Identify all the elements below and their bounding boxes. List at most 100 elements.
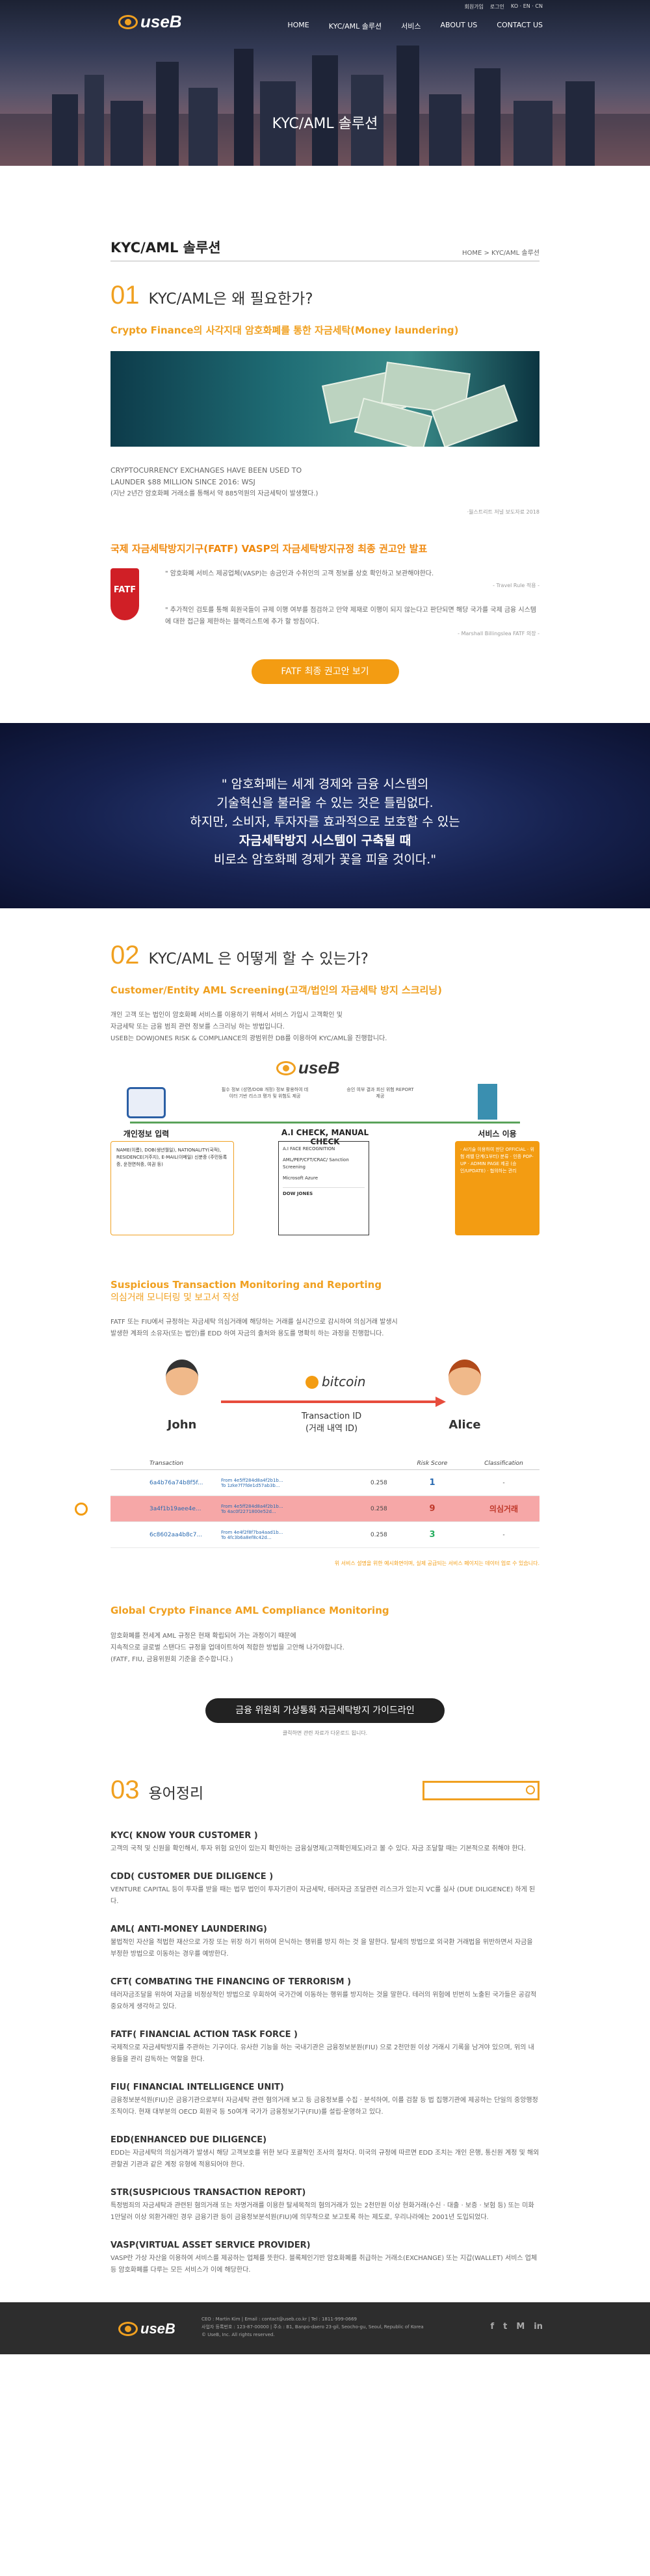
term-fatf: FATF( FINANCIAL ACTION TASK FORCE ) 국제적으로… — [110, 2030, 540, 2066]
header-risk-score: Risk Score — [417, 1460, 448, 1467]
john-label: John — [167, 1418, 197, 1432]
twitter-icon[interactable]: t — [503, 2322, 507, 2332]
term-desc: 테러자금조달을 위하여 자금을 비정상적인 방법으로 우회하여 국가간에 이동하… — [110, 1991, 537, 2010]
table-row[interactable]: 6a4b76a74b8f5f... From 4e5ff284d8a4f2b1b… — [110, 1470, 540, 1496]
tx-to: To 4fc3b6a8ef8c42d... — [221, 1534, 272, 1540]
footer-info-line: CEO : Martin Kim | Email : contact@useb.… — [202, 2317, 357, 2322]
search-icon[interactable] — [526, 1785, 535, 1794]
logo-mark-icon — [118, 2322, 138, 2336]
diagram-logo: useB — [276, 1058, 340, 1078]
footer-copyright: © UseB, Inc. All rights reserved. — [202, 2332, 275, 2337]
table-row[interactable]: 6c8602aa4b8c7... From 4e4f2f8f7ba4aad1b.… — [110, 1522, 540, 1548]
header-classification: Classification — [484, 1460, 523, 1467]
term-desc: 국제적으로 자금세탁방지를 주관하는 기구이다. 유사한 기능을 하는 국내기관… — [110, 2044, 534, 2063]
tx-amount: 0.258 — [370, 1505, 387, 1512]
tx-id-label: Transaction ID (거래 내역 ID) — [266, 1412, 396, 1434]
global-compliance-text-line: 암호화폐를 전세계 AML 규정은 현재 확립되어 가는 과정이기 때문에 — [110, 1633, 296, 1640]
quote-text: " 암호화폐는 세계 경제와 금융 시스템의 기술혁신을 불러올 수 있는 것은… — [0, 775, 650, 869]
suspicious-tx-heading-ko: 의심거래 모니터링 및 보고서 작성 — [110, 1293, 240, 1303]
term-desc: VASP란 가상 자산을 이용하여 서비스를 제공하는 업체를 뜻한다. 블록체… — [110, 2255, 538, 2274]
term-str: STR(SUSPICIOUS TRANSACTION REPORT) 특정범죄의 … — [110, 2188, 540, 2224]
image-caption: CRYPTOCURRENCY EXCHANGES HAVE BEEN USED … — [110, 465, 325, 500]
ai-check-box: A.I FACE RECOGNITION AML/PEP/CFT/CRAC/ S… — [278, 1141, 369, 1235]
guideline-download-button[interactable]: 금융 위원회 가상통화 자금세탁방지 가이드라인 — [205, 1698, 445, 1723]
tx-hash[interactable]: 3a4f1b19aee4e... — [150, 1506, 221, 1512]
nav-contact-us[interactable]: CONTACT US — [497, 21, 543, 31]
nav-about-us[interactable]: ABOUT US — [440, 21, 477, 31]
fatf-recommendation-button[interactable]: FATF 최종 권고안 보기 — [251, 659, 399, 684]
fatf-quote-2: " 추가적인 검토를 통해 회원국들이 규제 이행 여부를 점검하고 만약 제재… — [165, 607, 536, 625]
tx-id-label-ko: (거래 내역 ID) — [305, 1424, 358, 1434]
section-03-heading: 03 용어정리 — [110, 1776, 203, 1805]
guideline-download-note: 클릭하면 관련 자료가 다운로드 됩니다. — [282, 1730, 368, 1736]
personal-info-box: NAME(이름), DOB(생년월일), NATIONALITY(국적), RE… — [110, 1141, 234, 1235]
risk-score: 3 — [429, 1530, 436, 1540]
section-number: 01 — [110, 281, 140, 309]
section-02-heading: 02 KYC/AML 은 어떻게 할 수 있는가? — [110, 941, 540, 970]
footer-logo[interactable]: useB — [118, 2320, 176, 2337]
tx-table-note: 위 서비스 설명을 위한 예시화면이며, 실제 공급되는 서비스 페이지는 데이… — [334, 1560, 540, 1566]
quote-line-2: 기술혁신을 불러올 수 있는 것은 틀림없다. — [216, 796, 434, 810]
facebook-icon[interactable]: f — [490, 2322, 494, 2332]
nav-home[interactable]: HOME — [287, 21, 309, 31]
tx-from: From 4e5ff284d8a4f2b1b... — [221, 1503, 283, 1509]
tx-from: From 4e4f2f8f7ba4aad1b... — [221, 1529, 283, 1535]
dow-jones-logo: DOW JONES — [283, 1187, 365, 1198]
risk-score: 9 — [429, 1504, 436, 1514]
footer: useB CEO : Martin Kim | Email : contact@… — [0, 2302, 650, 2354]
ai-check-item: A.I FACE RECOGNITION — [283, 1146, 335, 1151]
screening-text-line: 자금세탁 또는 금융 범죄 관련 정보를 스크리닝 하는 방법입니다. — [110, 1023, 285, 1031]
term-edd: EDD(ENHANCED DUE DILIGENCE) EDD는 자금세탁의 의심… — [110, 2135, 540, 2171]
global-compliance-text: 암호화폐를 전세계 AML 규정은 현재 확립되어 가는 과정이기 때문에 지속… — [110, 1631, 540, 1666]
medium-icon[interactable]: M — [516, 2322, 525, 2332]
ai-check-item: AML/PEP/CFT/CRAC/ Sanction Screening — [283, 1157, 349, 1170]
term-kyc: KYC( KNOW YOUR CUSTOMER ) 고객의 국적 및 신원을 확인… — [110, 1831, 540, 1855]
arrow-head-icon — [436, 1397, 446, 1407]
nav-service[interactable]: 서비스 — [401, 21, 421, 31]
term-desc: 특정범죄의 자금세탁과 관련된 혐의거래 또는 차명거래를 이용한 탈세목적의 … — [110, 2202, 534, 2221]
logo[interactable]: useB — [118, 12, 182, 32]
signup-link[interactable]: 회원가입 — [464, 3, 483, 10]
col-service-title: 서비스 이용 — [478, 1129, 517, 1138]
suspicious-tx-text: FATF 또는 FIU에서 규정하는 자금세탁 의심거래에 해당하는 거래를 실… — [110, 1317, 540, 1340]
term-aml: AML( ANTI-MONEY LAUNDERING) 불법적인 자산을 적법한 … — [110, 1925, 540, 1960]
quote-line-1: " 암호화폐는 세계 경제와 금융 시스템의 — [221, 777, 429, 791]
term-fiu: FIU( FINANCIAL INTELLIGENCE UNIT) 금융정보분석원… — [110, 2083, 540, 2118]
logo-text: useB — [140, 12, 182, 31]
suspicious-tx-text-line: FATF 또는 FIU에서 규정하는 자금세탁 의심거래에 해당하는 거래를 실… — [110, 1319, 398, 1326]
city-skyline-image — [0, 46, 650, 166]
footer-info: CEO : Martin Kim | Email : contact@useb.… — [202, 2315, 424, 2339]
glossary-search-input[interactable] — [424, 1782, 522, 1798]
main-nav: HOME KYC/AML 솔루션 서비스 ABOUT US CONTACT US — [287, 21, 543, 31]
tx-hash[interactable]: 6a4b76a74b8f5f... — [150, 1480, 221, 1486]
classification: - — [502, 1479, 505, 1486]
tx-from: From 4e5ff284d8a4f2b1b... — [221, 1477, 283, 1483]
tx-hash[interactable]: 6c8602aa4b8c7... — [150, 1532, 221, 1538]
bitcoin-label: bitcoin — [322, 1374, 366, 1389]
section-number: 03 — [110, 1776, 140, 1804]
section-title: KYC/AML 은 어떻게 할 수 있는가? — [148, 951, 369, 967]
screening-text-line: USEB는 DOWJONES RISK & COMPLIANCE의 광범위한 D… — [110, 1035, 387, 1042]
magnifier-icon — [75, 1503, 88, 1516]
fatf-quote-2-source: - Marshall Billingslea FATF 의장 - — [458, 631, 540, 637]
login-link[interactable]: 로그인 — [490, 3, 504, 10]
footer-social: f t M in — [490, 2322, 543, 2332]
top-utility-links: 회원가입 로그인 KO · EN · CN — [464, 3, 543, 10]
fatf-logo: FATF — [110, 568, 139, 620]
footer-logo-text: useB — [140, 2320, 176, 2337]
header-transaction: Transaction — [150, 1460, 184, 1467]
col-personal-info-title: 개인정보 입력 — [123, 1129, 170, 1138]
alice-label: Alice — [448, 1418, 481, 1432]
image-source: ·월스트리트 저널 보도자료 2018 — [467, 509, 540, 515]
money-image — [110, 351, 540, 447]
tx-id-label-en: Transaction ID — [301, 1412, 362, 1421]
caption-ko: (지난 2년간 암호화폐 거래소를 통해서 약 885억원의 자금세탁이 발생했… — [110, 490, 318, 497]
linkedin-icon[interactable]: in — [534, 2322, 543, 2332]
diagram-logo-text: useB — [298, 1058, 340, 1077]
term-desc: 금융정보분석원(FIU)은 금융기관으로부터 자금세탁 관련 혐의거래 보고 등… — [110, 2097, 538, 2116]
table-row[interactable]: 3a4f1b19aee4e... From 4e5ff284d8a4f2b1b.… — [75, 1496, 540, 1522]
quote-banner: " 암호화폐는 세계 경제와 금융 시스템의 기술혁신을 불러올 수 있는 것은… — [0, 723, 650, 908]
global-compliance-text-line: 지속적으로 글로벌 스탠다드 규정을 업데이트하여 적합한 방법을 고안해 나가… — [110, 1644, 344, 1651]
nav-kyc-aml[interactable]: KYC/AML 솔루션 — [329, 21, 382, 31]
language-switcher[interactable]: KO · EN · CN — [511, 3, 543, 10]
